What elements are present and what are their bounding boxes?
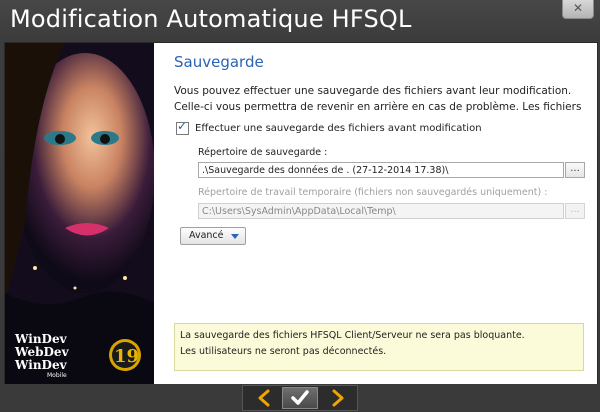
backup-checkbox-label: Effectuer une sauvegarde des fichiers av…	[195, 123, 482, 134]
info-box: La sauvegarde des fichiers HFSQL Client/…	[174, 323, 584, 371]
wizard-content: Sauvegarde Vous pouvez effectuer une sau…	[154, 43, 597, 384]
svg-text:WinDev: WinDev	[14, 358, 68, 372]
description-text: Vous pouvez effectuer une sauvegarde des…	[174, 83, 594, 115]
wizard-window: Modification Automatique HFSQL ✕ WinDev …	[0, 0, 600, 412]
finish-button[interactable]	[282, 387, 318, 409]
advanced-button-label: Avancé	[189, 230, 224, 241]
backup-dir-label: Répertoire de sauvegarde :	[198, 147, 328, 158]
section-title: Sauvegarde	[174, 53, 264, 71]
window-title: Modification Automatique HFSQL	[10, 5, 412, 33]
checkmark-icon: ✓	[177, 119, 188, 133]
description-line-1: Vous pouvez effectuer une sauvegarde des…	[174, 85, 572, 97]
temp-dir-field[interactable]: C:\Users\SysAdmin\AppData\Local\Temp\	[198, 203, 564, 219]
side-banner-image: WinDev WebDev WinDev Mobile 19	[5, 43, 154, 384]
close-button[interactable]: ✕	[562, 0, 594, 19]
temp-dir-label: Répertoire de travail temporaire (fichie…	[198, 187, 548, 198]
title-bar: Modification Automatique HFSQL ✕	[0, 0, 600, 42]
backup-dir-browse-button[interactable]: ...	[565, 162, 585, 178]
navigation-bar	[0, 384, 600, 412]
svg-text:WebDev: WebDev	[14, 345, 70, 359]
advanced-button[interactable]: Avancé	[180, 227, 246, 245]
backup-checkbox[interactable]: ✓	[176, 119, 189, 135]
chevron-left-icon	[258, 389, 270, 407]
chevron-right-icon	[332, 389, 344, 407]
backup-dir-field[interactable]: .\Sauvegarde des données de . (27-12-201…	[198, 162, 564, 178]
navigation-buttons	[242, 385, 358, 411]
next-button[interactable]	[320, 387, 356, 409]
svg-text:Mobile: Mobile	[47, 372, 67, 379]
description-line-2: Celle-ci vous permettra de revenir en ar…	[174, 101, 582, 113]
info-line-2: Les utilisateurs ne seront pas déconnect…	[180, 346, 387, 357]
close-icon: ✕	[572, 1, 584, 15]
previous-button[interactable]	[246, 387, 282, 409]
info-line-1: La sauvegarde des fichiers HFSQL Client/…	[180, 330, 525, 341]
temp-dir-browse-button[interactable]: ...	[565, 203, 585, 219]
dropdown-arrow-icon	[231, 234, 239, 239]
svg-text:WinDev: WinDev	[14, 332, 68, 346]
wizard-frame: WinDev WebDev WinDev Mobile 19 Sauvegard…	[4, 42, 598, 385]
banner-artwork: WinDev WebDev WinDev Mobile 19	[5, 43, 154, 384]
svg-text:19: 19	[114, 346, 139, 367]
backup-checkbox-row[interactable]: ✓ Effectuer une sauvegarde des fichiers …	[176, 119, 482, 135]
checkmark-icon	[291, 390, 309, 405]
